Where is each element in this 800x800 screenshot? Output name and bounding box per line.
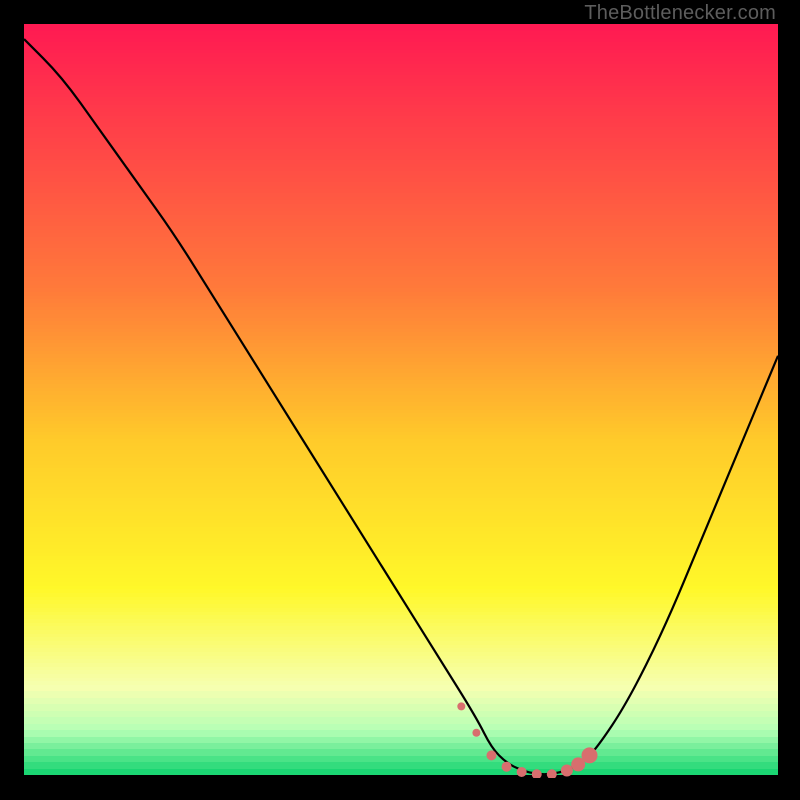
chart-frame: TheBottlenecker.com xyxy=(0,0,800,800)
gradient-background xyxy=(24,24,778,778)
watermark-text: TheBottlenecker.com xyxy=(584,2,776,25)
plot-area xyxy=(24,24,778,778)
